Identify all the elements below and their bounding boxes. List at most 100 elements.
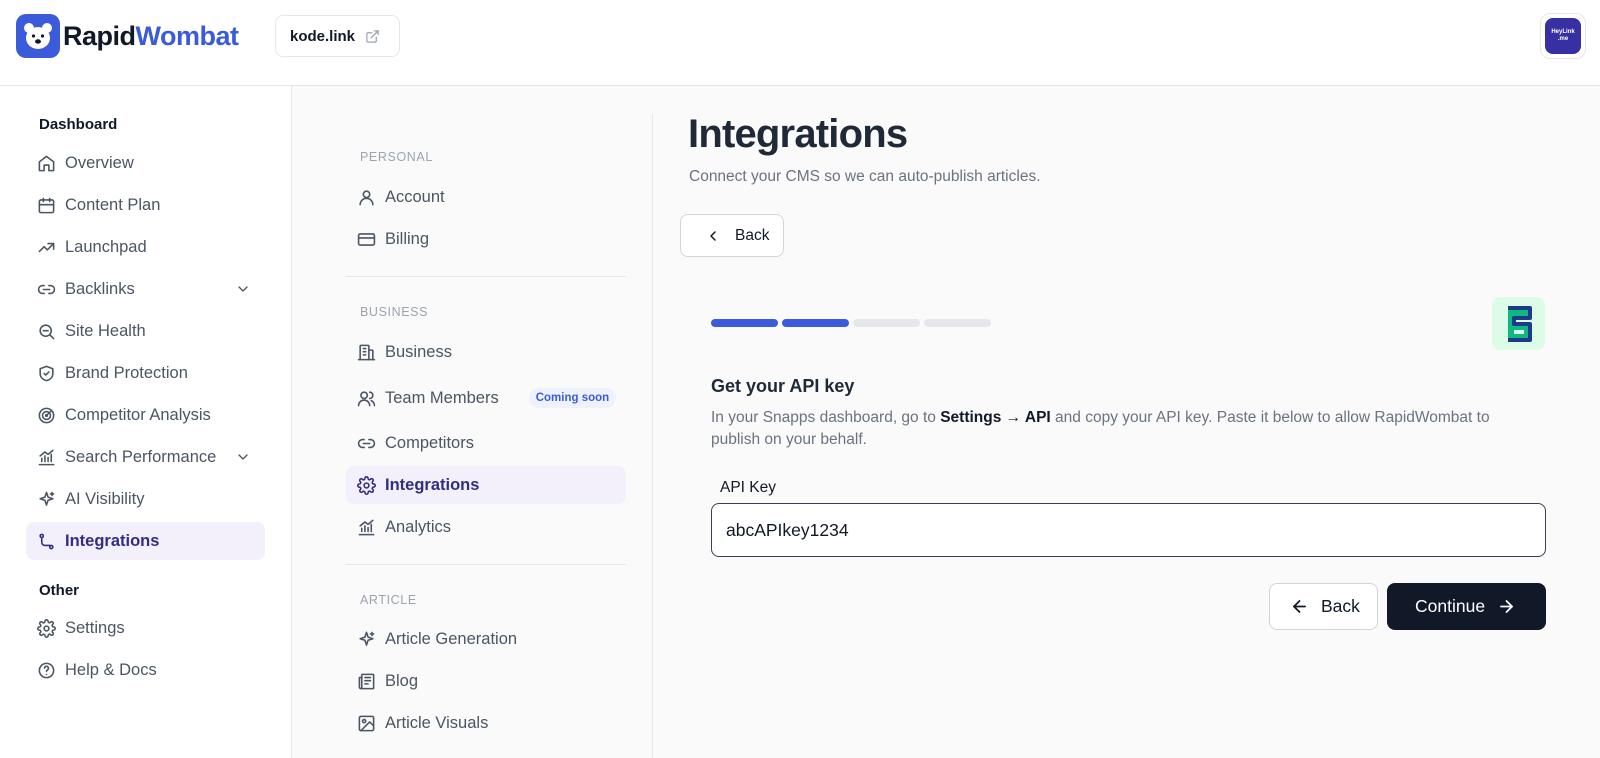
- sidebar-item-ai-visibility[interactable]: AI Visibility: [26, 480, 265, 518]
- sidebar-section-dashboard: Dashboard: [39, 116, 118, 133]
- settings-item-article-generation[interactable]: Article Generation: [346, 620, 626, 658]
- settings-item-label: Blog: [385, 671, 419, 690]
- back-button-top[interactable]: Back: [680, 214, 784, 257]
- site-name: kode.link: [290, 27, 356, 45]
- sidebar-item-integrations[interactable]: Integrations: [26, 522, 265, 560]
- sidebar-item-label: Search Performance: [65, 447, 217, 466]
- sidebar-item-settings[interactable]: Settings: [26, 609, 265, 647]
- settings-item-label: Analytics: [385, 517, 452, 536]
- route-icon: [36, 531, 56, 551]
- shield-check-icon: [36, 363, 56, 383]
- api-key-label: API Key: [720, 479, 776, 496]
- settings-item-label: Billing: [385, 229, 430, 248]
- link-icon: [356, 433, 376, 453]
- settings-item-billing[interactable]: Billing: [346, 220, 626, 258]
- page-subtitle: Connect your CMS so we can auto-publish …: [689, 168, 1041, 185]
- settings-item-blog[interactable]: Blog: [346, 662, 626, 700]
- brand-name: RapidWombat: [63, 21, 239, 52]
- menu-section-article: ARTICLE: [360, 593, 417, 607]
- coming-soon-badge: Coming soon: [528, 388, 617, 408]
- site-link-chip[interactable]: kode.link: [275, 15, 400, 57]
- settings-item-label: Article Generation: [385, 629, 518, 648]
- settings-item-competitors[interactable]: Competitors: [346, 424, 626, 462]
- settings-item-label: Business: [385, 342, 452, 361]
- trending-up-icon: [36, 237, 56, 257]
- user-icon: [356, 187, 376, 207]
- settings-item-account[interactable]: Account: [346, 178, 626, 216]
- users-icon: [356, 388, 376, 408]
- home-icon: [36, 153, 56, 173]
- step-desc-pre: In your Snapps dashboard, go to: [711, 409, 941, 426]
- sidebar-item-label: Competitor Analysis: [65, 405, 211, 424]
- progress-step-3: [853, 319, 920, 327]
- help-icon: [36, 660, 56, 680]
- settings-item-integrations[interactable]: Integrations: [346, 466, 626, 504]
- step-title: Get your API key: [711, 376, 855, 396]
- step-desc-path: Settings → API: [940, 409, 1051, 426]
- progress-step-2: [782, 319, 849, 327]
- arrow-right-icon: [1500, 600, 1513, 613]
- settings-item-article-visuals[interactable]: Article Visuals: [346, 704, 626, 742]
- back-button[interactable]: Back: [1269, 583, 1378, 630]
- sidebar-item-label: Brand Protection: [65, 363, 188, 382]
- sidebar-item-help-docs[interactable]: Help & Docs: [26, 651, 265, 689]
- sidebar-item-label: Launchpad: [65, 237, 147, 256]
- user-avatar[interactable]: HeyLink .me: [1540, 13, 1586, 59]
- avatar-text-1: HeyLink: [1551, 29, 1575, 36]
- menu-divider: [346, 276, 626, 277]
- sidebar-item-search-performance[interactable]: Search Performance: [26, 438, 265, 476]
- menu-divider: [346, 564, 626, 565]
- snapps-logo-icon: [1492, 297, 1545, 350]
- search-scan-icon: [36, 321, 56, 341]
- sidebar-item-competitor-analysis[interactable]: Competitor Analysis: [26, 396, 265, 434]
- radar-icon: [36, 405, 56, 425]
- avatar-text-2: .me: [1557, 36, 1569, 42]
- sidebar-item-brand-protection[interactable]: Brand Protection: [26, 354, 265, 392]
- sidebar-section-other: Other: [39, 582, 80, 599]
- progress-step-4: [924, 319, 991, 327]
- sidebar-item-label: Settings: [65, 618, 125, 637]
- sidebar-item-content-plan[interactable]: Content Plan: [26, 186, 265, 224]
- sidebar-item-site-health[interactable]: Site Health: [26, 312, 265, 350]
- brand-name-part2: Wombat: [135, 20, 240, 51]
- sidebar-item-label: AI Visibility: [65, 489, 145, 508]
- chevron-down-icon[interactable]: [235, 449, 251, 465]
- gear-icon: [356, 475, 376, 495]
- brand-name-part1: Rapid: [63, 20, 136, 51]
- link-icon: [36, 279, 56, 299]
- external-link-icon: [366, 29, 379, 43]
- image-icon: [356, 713, 376, 733]
- menu-section-personal: PERSONAL: [360, 150, 433, 164]
- settings-divider: [652, 114, 653, 758]
- credit-card-icon: [356, 229, 376, 249]
- settings-item-label: Competitors: [385, 433, 474, 452]
- gear-icon: [36, 618, 56, 638]
- sparkles-icon: [356, 629, 376, 649]
- sidebar-item-label: Integrations: [65, 531, 160, 550]
- chart-icon: [36, 447, 56, 467]
- calendar-icon: [36, 195, 56, 215]
- sidebar-item-label: Overview: [65, 153, 134, 172]
- settings-item-label: Account: [385, 187, 445, 206]
- sidebar-item-backlinks[interactable]: Backlinks: [26, 270, 265, 308]
- continue-button[interactable]: Continue: [1387, 583, 1546, 630]
- sidebar-item-launchpad[interactable]: Launchpad: [26, 228, 265, 266]
- settings-item-business[interactable]: Business: [346, 333, 626, 371]
- settings-item-label: Team Members: [385, 388, 499, 407]
- brand-logo[interactable]: RapidWombat: [16, 14, 239, 58]
- chart-icon: [356, 517, 376, 537]
- api-key-input[interactable]: [711, 503, 1546, 557]
- wombat-logo-icon: [16, 14, 60, 58]
- settings-item-team-members[interactable]: Team Members Coming soon: [346, 379, 626, 417]
- sidebar-item-label: Site Health: [65, 321, 146, 340]
- sidebar-item-overview[interactable]: Overview: [26, 144, 265, 182]
- newspaper-icon: [356, 671, 376, 691]
- building-icon: [356, 342, 376, 362]
- back-button-label: Back: [1321, 596, 1360, 616]
- step-description: In your Snapps dashboard, go to Settings…: [711, 407, 1541, 451]
- continue-button-label: Continue: [1415, 596, 1486, 616]
- chevron-down-icon[interactable]: [235, 281, 251, 297]
- settings-item-analytics[interactable]: Analytics: [346, 508, 626, 546]
- top-bar: RapidWombat kode.link HeyLink .me: [0, 0, 1600, 86]
- chevron-left-icon: [710, 230, 716, 241]
